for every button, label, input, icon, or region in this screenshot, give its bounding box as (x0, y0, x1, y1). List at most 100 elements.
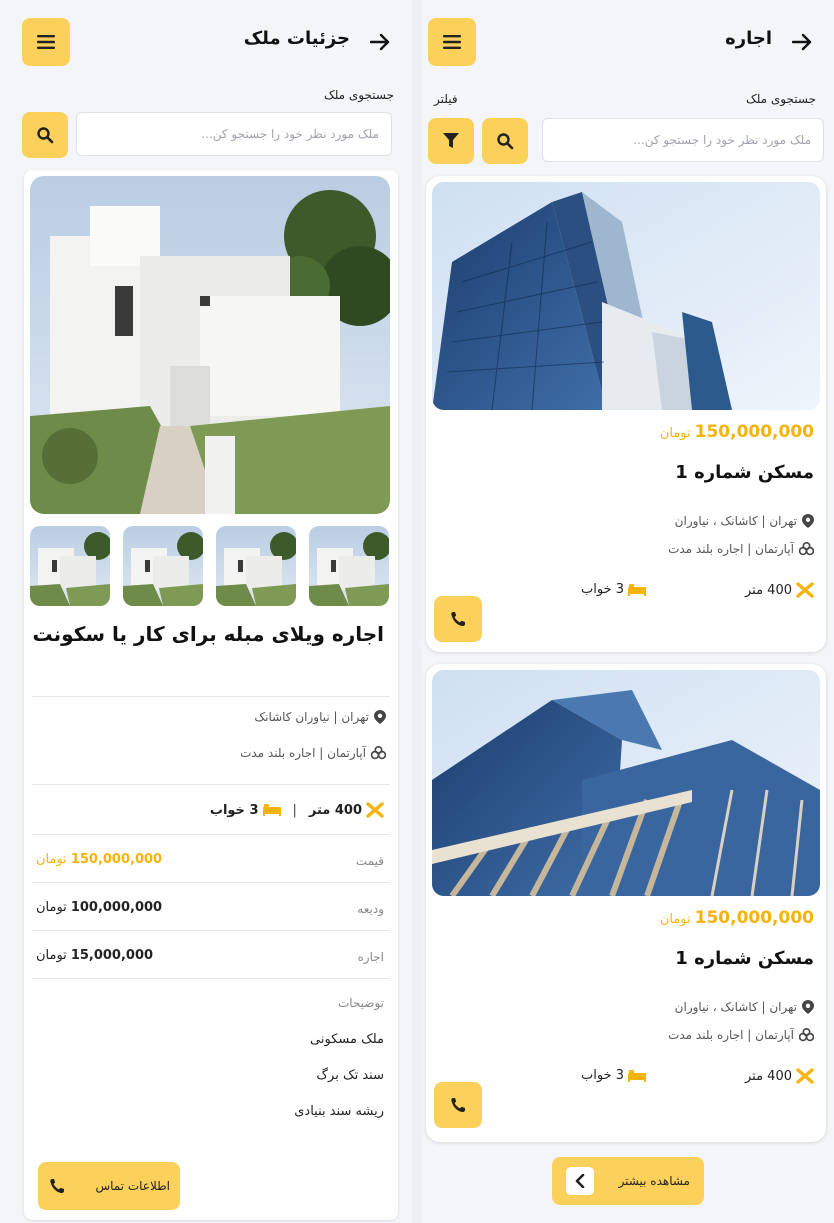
price-unit: تومان (659, 426, 691, 441)
area-icon (366, 802, 384, 818)
card-title: مسکن شماره 1 (675, 948, 814, 969)
bed-icon (628, 1069, 646, 1082)
beds-feature: 3 خواب (581, 582, 646, 597)
description-label: توضیحات (337, 996, 384, 1010)
beds-text: 3 خواب (580, 582, 624, 597)
description-item: ملک مسکونی (310, 1032, 384, 1047)
price-value: 150,000,000تومان (36, 852, 162, 867)
type-line: آپارتمان | اجاره بلند مدت (668, 542, 814, 556)
property-card[interactable]: 150,000,000تومان مسکن شماره 1 تهران | کا… (426, 664, 826, 1142)
location-line: تهران | نیاوران کاشانک (254, 710, 386, 724)
rent-value: 15,000,000تومان (36, 948, 153, 963)
location-line: تهران | کاشانک ، نیاوران (675, 514, 814, 528)
search-bar (22, 112, 392, 158)
call-button[interactable] (434, 1082, 482, 1128)
page-title: جزئیات ملک (243, 28, 350, 49)
search-icon (497, 133, 514, 150)
bed-icon (262, 804, 281, 816)
deposit-unit: تومان (36, 900, 67, 915)
card-title: مسکن شماره 1 (675, 462, 814, 483)
back-button[interactable] (364, 26, 396, 58)
contact-info-button[interactable]: اطلاعات تماس (38, 1162, 180, 1210)
rent-listing-screen: اجاره جستجوی ملک فیلتر ملک مورد نظر خود … (422, 0, 834, 1223)
filter-icon (443, 133, 459, 148)
search-input[interactable] (76, 112, 392, 156)
menu-icon (37, 35, 55, 49)
phone-icon (451, 1098, 465, 1113)
bed-icon (628, 583, 646, 596)
feature-separator: | (292, 802, 297, 818)
rent-amount: 15,000,000 (70, 948, 154, 963)
thumbnail[interactable] (309, 526, 389, 606)
chevron-left-icon (575, 1174, 585, 1188)
see-more-label: مشاهده بیشتر (618, 1174, 690, 1188)
divider (32, 784, 390, 785)
card-price: 150,000,000تومان (660, 908, 814, 928)
card-price: 150,000,000تومان (660, 422, 814, 442)
type-text: آپارتمان | اجاره بلند مدت (240, 746, 366, 760)
details-header: جزئیات ملک (8, 18, 404, 68)
back-button[interactable] (786, 26, 818, 58)
image-thumbnails (30, 526, 390, 606)
deposit-label: ودیعه (357, 902, 384, 916)
divider (32, 882, 390, 883)
search-label: جستجوی ملک (323, 88, 394, 102)
call-button[interactable] (434, 596, 482, 642)
description-item: ریشه سند بنیادی (294, 1104, 384, 1119)
divider (32, 696, 390, 697)
area-feature: 400 متر (745, 582, 814, 598)
menu-button[interactable] (428, 18, 476, 66)
divider (32, 834, 390, 835)
location-text: تهران | کاشانک ، نیاوران (674, 1000, 797, 1014)
menu-button[interactable] (22, 18, 70, 66)
page-title: اجاره (725, 28, 772, 49)
building-icon (799, 542, 814, 556)
location-line: تهران | کاشانک ، نیاوران (675, 1000, 814, 1014)
type-line: آپارتمان | اجاره بلند مدت (240, 746, 386, 760)
property-title: اجاره ویلای مبله برای کار یا سکونت (32, 622, 384, 646)
property-card[interactable]: 150,000,000تومان مسکن شماره 1 تهران | کا… (426, 176, 826, 652)
building-icon (799, 1028, 814, 1042)
location-pin-icon (374, 710, 386, 724)
features-line: 400 متر | 3 خواب (210, 802, 384, 818)
price-amount: 150,000,000 (694, 422, 814, 442)
search-icon (37, 127, 54, 144)
area-text: 400 متر (744, 582, 792, 598)
deposit-amount: 100,000,000 (70, 900, 163, 915)
location-text: تهران | نیاوران کاشانک (254, 710, 369, 724)
property-main-image[interactable] (30, 176, 390, 514)
location-pin-icon (802, 1000, 814, 1014)
thumbnail[interactable] (30, 526, 110, 606)
divider (32, 930, 390, 931)
divider (32, 978, 390, 979)
search-bar (428, 118, 824, 164)
phone-icon (451, 612, 465, 627)
rent-unit: تومان (36, 948, 67, 963)
area-text: 400 متر (744, 1068, 792, 1084)
phone-icon (50, 1179, 64, 1194)
contact-label: اطلاعات تماس (95, 1179, 170, 1193)
search-button[interactable] (22, 112, 68, 158)
see-more-button[interactable]: مشاهده بیشتر (552, 1157, 704, 1205)
property-details-card: اجاره ویلای مبله برای کار یا سکونت تهران… (24, 170, 398, 1220)
thumbnail[interactable] (216, 526, 296, 606)
location-pin-icon (802, 514, 814, 528)
search-button[interactable] (482, 118, 528, 164)
chevron-container (566, 1167, 594, 1195)
filter-button[interactable] (428, 118, 474, 164)
area-icon (796, 582, 814, 598)
area-icon (796, 1068, 814, 1084)
description-item: سند تک برگ (316, 1068, 384, 1083)
price-unit: تومان (36, 852, 67, 867)
price-label: قیمت (355, 854, 384, 868)
deposit-value: 100,000,000تومان (36, 900, 162, 915)
listing-header: اجاره (428, 18, 826, 68)
back-arrow-icon (370, 33, 390, 51)
search-input[interactable] (542, 118, 824, 162)
type-line: آپارتمان | اجاره بلند مدت (668, 1028, 814, 1042)
thumbnail[interactable] (123, 526, 203, 606)
property-image (432, 182, 820, 410)
price-amount: 150,000,000 (70, 852, 163, 867)
beds-text: 3 خواب (209, 802, 259, 818)
price-unit: تومان (659, 912, 691, 927)
